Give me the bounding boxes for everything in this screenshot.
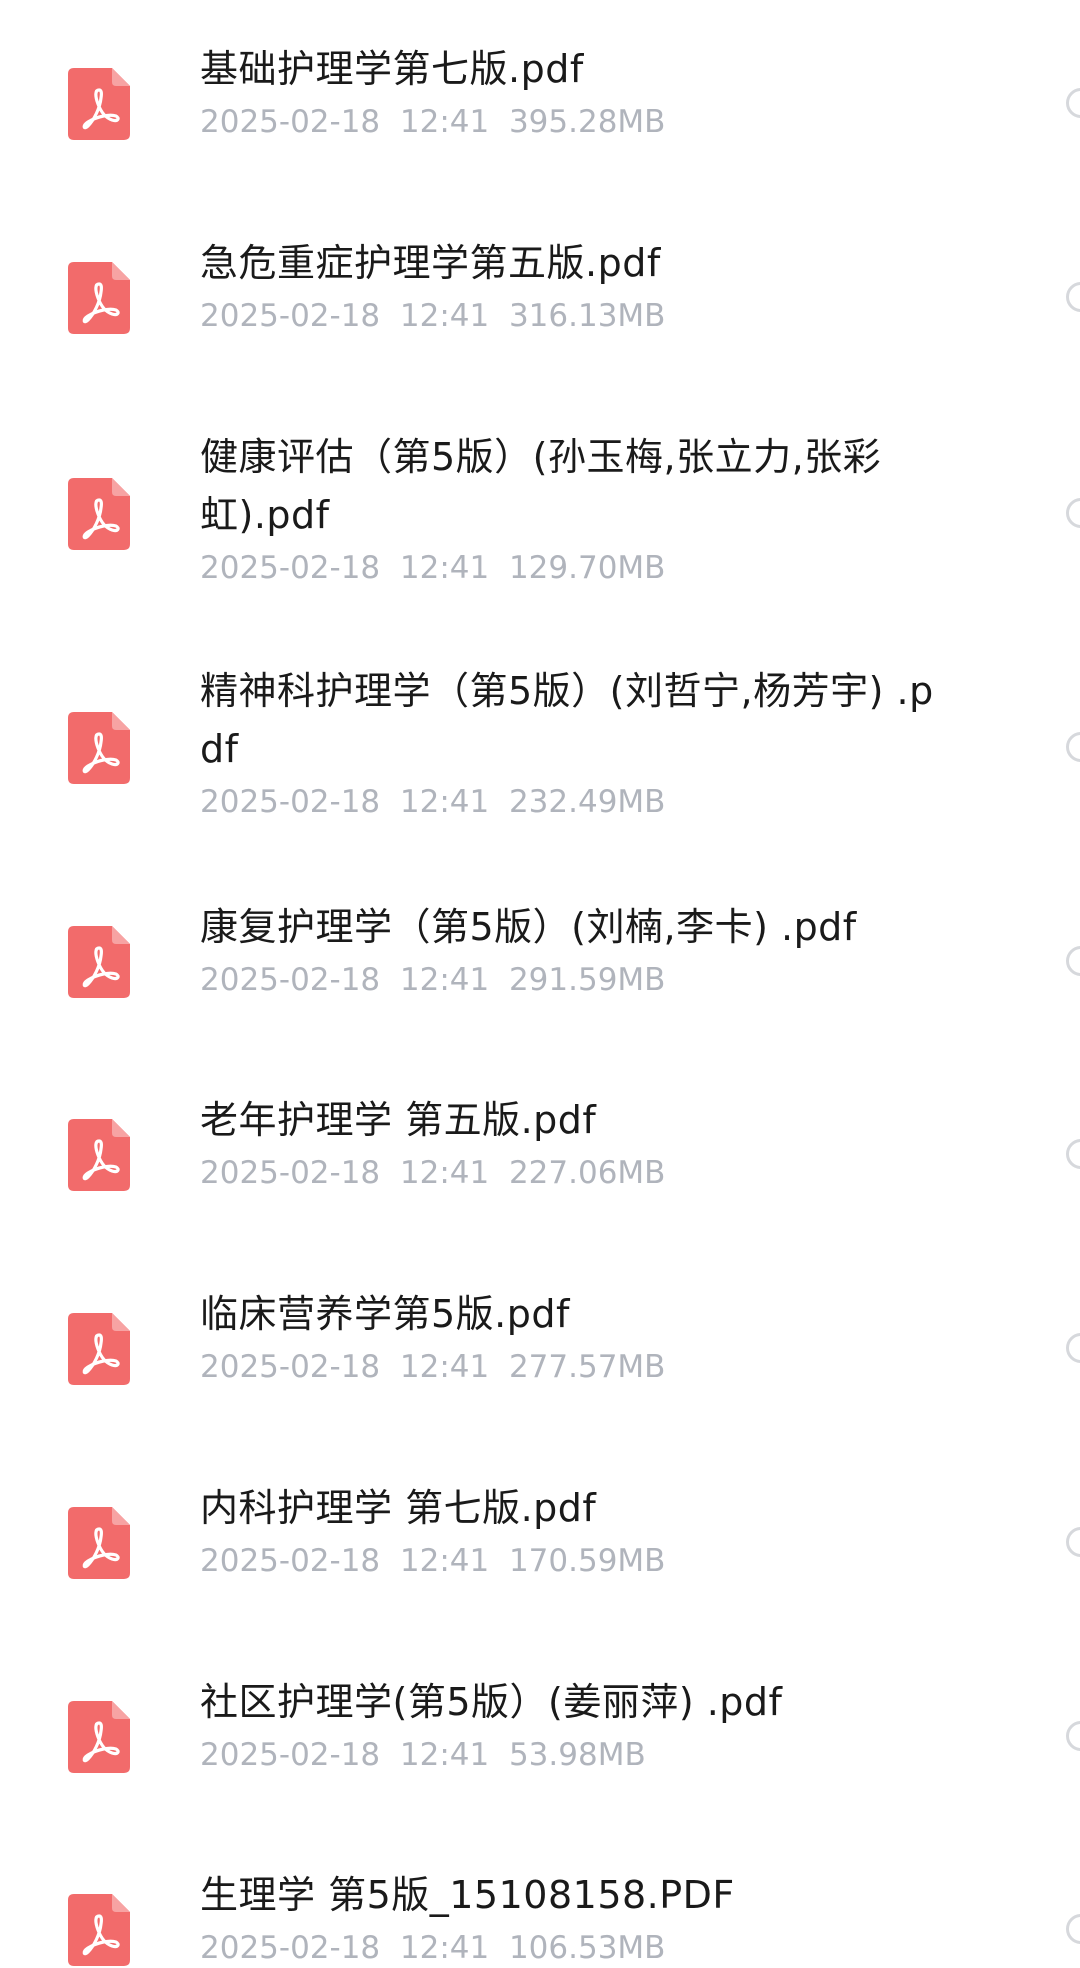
file-time: 12:41 (399, 1737, 490, 1773)
file-list: 基础护理学第七版.pdf 2025-02-18 12:41 395.28MB 急… (0, 0, 1080, 1968)
file-name: 生理学 第5版_15108158.PDF (200, 1873, 735, 1917)
select-radio[interactable] (1066, 282, 1080, 312)
file-size: 395.28MB (508, 104, 666, 140)
select-radio[interactable] (1066, 1914, 1080, 1944)
file-meta: 2025-02-18 12:41 395.28MB (200, 100, 940, 144)
select-radio[interactable] (1066, 1139, 1080, 1169)
file-size: 316.13MB (508, 298, 666, 334)
pdf-file-icon (68, 926, 130, 998)
file-size: 232.49MB (508, 784, 666, 820)
file-time: 12:41 (399, 104, 490, 140)
file-size: 227.06MB (508, 1155, 666, 1191)
file-date: 2025-02-18 (200, 1930, 381, 1966)
pdf-file-icon (68, 712, 130, 784)
select-radio[interactable] (1066, 88, 1080, 118)
file-time: 12:41 (399, 784, 490, 820)
file-name: 内科护理学 第七版.pdf (200, 1486, 597, 1530)
file-name: 社区护理学(第5版）(姜丽萍) .pdf (200, 1680, 783, 1724)
file-name: 康复护理学（第5版）(刘楠,李卡) .pdf (200, 905, 857, 949)
file-time: 12:41 (399, 1155, 490, 1191)
select-radio[interactable] (1066, 946, 1080, 976)
file-meta: 2025-02-18 12:41 53.98MB (200, 1733, 940, 1777)
file-name: 老年护理学 第五版.pdf (200, 1098, 597, 1142)
file-time: 12:41 (399, 1930, 490, 1966)
file-date: 2025-02-18 (200, 298, 381, 334)
file-size: 170.59MB (508, 1543, 666, 1579)
file-time: 12:41 (399, 298, 490, 334)
file-size: 53.98MB (508, 1737, 646, 1773)
file-name: 基础护理学第七版.pdf (200, 47, 584, 91)
file-name: 健康评估（第5版）(孙玉梅,张立力,张彩虹).pdf (200, 435, 882, 537)
file-size: 129.70MB (508, 550, 666, 586)
pdf-file-icon (68, 1119, 130, 1191)
file-meta: 2025-02-18 12:41 170.59MB (200, 1539, 940, 1583)
file-size: 106.53MB (508, 1930, 666, 1966)
file-meta: 2025-02-18 12:41 106.53MB (200, 1926, 940, 1968)
pdf-file-icon (68, 262, 130, 334)
select-radio[interactable] (1066, 1527, 1080, 1557)
file-meta: 2025-02-18 12:41 129.70MB (200, 546, 940, 590)
file-date: 2025-02-18 (200, 962, 381, 998)
file-time: 12:41 (399, 962, 490, 998)
file-name: 急危重症护理学第五版.pdf (200, 241, 661, 285)
file-meta: 2025-02-18 12:41 316.13MB (200, 294, 940, 338)
select-radio[interactable] (1066, 498, 1080, 528)
pdf-file-icon (68, 1701, 130, 1773)
file-time: 12:41 (399, 1543, 490, 1579)
pdf-file-icon (68, 1894, 130, 1966)
file-meta: 2025-02-18 12:41 232.49MB (200, 780, 940, 824)
file-size: 277.57MB (508, 1349, 666, 1385)
file-date: 2025-02-18 (200, 1543, 381, 1579)
select-radio[interactable] (1066, 732, 1080, 762)
file-date: 2025-02-18 (200, 1349, 381, 1385)
file-date: 2025-02-18 (200, 550, 381, 586)
file-size: 291.59MB (508, 962, 666, 998)
file-date: 2025-02-18 (200, 1155, 381, 1191)
file-name: 临床营养学第5版.pdf (200, 1292, 570, 1336)
file-name: 精神科护理学（第5版）(刘哲宁,杨芳宇) .pdf (200, 669, 934, 771)
file-meta: 2025-02-18 12:41 227.06MB (200, 1151, 940, 1195)
pdf-file-icon (68, 1313, 130, 1385)
file-date: 2025-02-18 (200, 1737, 381, 1773)
file-date: 2025-02-18 (200, 784, 381, 820)
file-date: 2025-02-18 (200, 104, 381, 140)
file-time: 12:41 (399, 550, 490, 586)
pdf-file-icon (68, 1507, 130, 1579)
pdf-file-icon (68, 478, 130, 550)
select-radio[interactable] (1066, 1333, 1080, 1363)
file-meta: 2025-02-18 12:41 277.57MB (200, 1345, 940, 1389)
file-meta: 2025-02-18 12:41 291.59MB (200, 958, 940, 1002)
select-radio[interactable] (1066, 1721, 1080, 1751)
file-time: 12:41 (399, 1349, 490, 1385)
pdf-file-icon (68, 68, 130, 140)
